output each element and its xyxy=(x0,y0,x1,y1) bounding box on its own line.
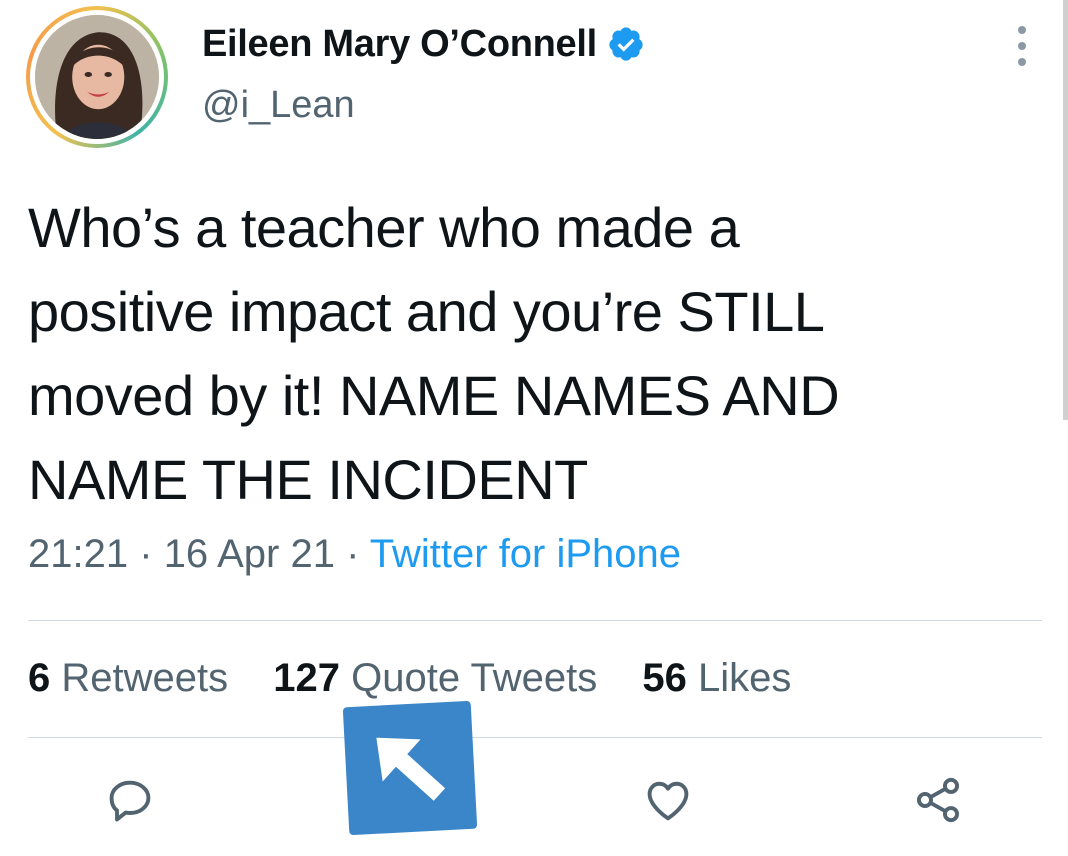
avatar-portrait xyxy=(35,15,159,139)
tweet-text-line: moved by it! NAME NAMES AND xyxy=(28,364,840,427)
heart-icon[interactable] xyxy=(642,774,694,826)
retweets-count: 6 xyxy=(28,656,51,700)
arrow-up-left-icon xyxy=(342,700,478,836)
scrollbar[interactable] xyxy=(1063,0,1068,420)
avatar-ring xyxy=(30,10,164,144)
verified-badge-icon xyxy=(609,27,643,61)
tweet-stats: 6 Retweets 127 Quote Tweets 56 Likes xyxy=(28,656,825,701)
avatar[interactable] xyxy=(26,6,168,148)
quote-tweets-count: 127 xyxy=(273,656,340,700)
retweets-label: Retweets xyxy=(61,656,229,700)
meta-separator: · xyxy=(346,532,360,576)
tweet-text-line: positive impact and you’re STILL xyxy=(28,280,825,343)
tweet-source-link[interactable]: Twitter for iPhone xyxy=(370,532,681,576)
likes-label: Likes xyxy=(697,656,792,700)
divider xyxy=(28,620,1042,621)
likes-count: 56 xyxy=(642,656,687,700)
author-handle[interactable]: @i_Lean xyxy=(202,84,355,127)
meta-separator: · xyxy=(139,532,153,576)
tweet-text-line: Who’s a teacher who made a xyxy=(28,196,740,259)
reply-icon[interactable] xyxy=(104,774,156,826)
tweet-text: Who’s a teacher who made a positive impa… xyxy=(28,186,1028,522)
author-row[interactable]: Eileen Mary O’Connell xyxy=(202,18,645,70)
retweets-stat[interactable]: 6 Retweets xyxy=(28,656,228,700)
tweet-meta: 21:21 · 16 Apr 21 · Twitter for iPhone xyxy=(28,532,681,577)
avatar-photo xyxy=(35,15,159,139)
tweet-time[interactable]: 21:21 xyxy=(28,532,128,576)
quote-tweets-stat[interactable]: 127 Quote Tweets xyxy=(273,656,597,700)
tweet-text-line: NAME THE INCIDENT xyxy=(28,448,588,511)
display-name[interactable]: Eileen Mary O’Connell xyxy=(202,23,597,66)
share-icon[interactable] xyxy=(912,774,964,826)
likes-stat[interactable]: 56 Likes xyxy=(642,656,791,700)
more-vertical-icon[interactable] xyxy=(1008,24,1036,68)
divider xyxy=(28,737,1042,738)
tweet-date[interactable]: 16 Apr 21 xyxy=(164,532,335,576)
quote-tweets-label: Quote Tweets xyxy=(351,656,598,700)
